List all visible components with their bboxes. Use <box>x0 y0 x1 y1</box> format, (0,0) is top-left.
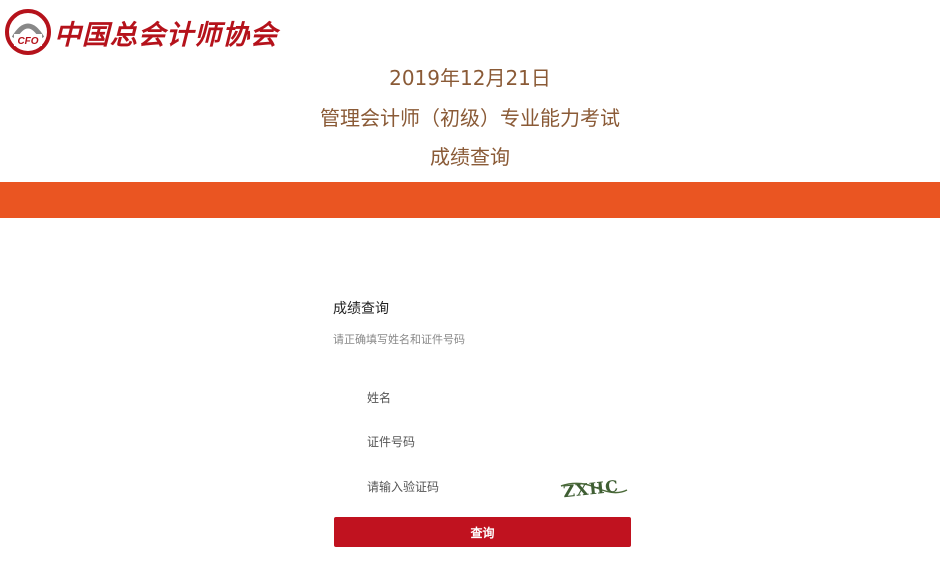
captcha-input[interactable] <box>367 475 547 499</box>
site-logo[interactable]: CFO 中国总会计师协会 <box>4 6 278 58</box>
name-input[interactable] <box>367 386 627 410</box>
captcha-image[interactable]: ZXHC <box>559 474 629 502</box>
page-title: 成绩查询 <box>430 145 510 169</box>
header-band <box>0 182 940 218</box>
cfo-emblem-icon: CFO <box>5 9 51 55</box>
logo-text: 中国总会计师协会 <box>54 19 278 51</box>
captcha-text: ZXHC <box>562 476 620 501</box>
query-button[interactable]: 查询 <box>334 517 631 547</box>
exam-name: 管理会计师（初级）专业能力考试 <box>320 106 620 130</box>
exam-date: 2019年12月21日 <box>389 66 551 90</box>
form-subtitle: 请正确填写姓名和证件号码 <box>333 333 465 346</box>
form-title: 成绩查询 <box>333 301 389 317</box>
emblem-label: CFO <box>17 36 38 47</box>
id-number-input[interactable] <box>367 430 627 454</box>
